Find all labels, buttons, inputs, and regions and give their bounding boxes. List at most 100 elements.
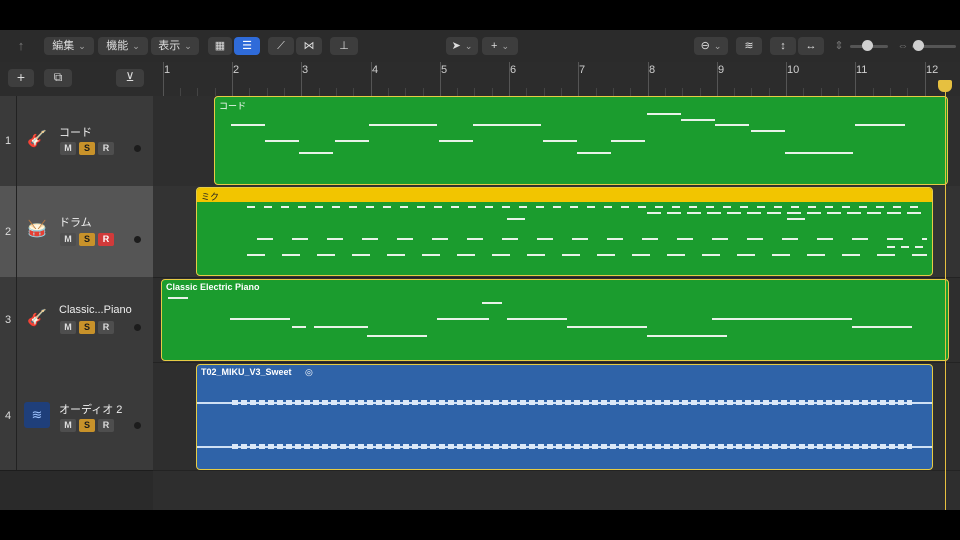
snap-icon[interactable]: ⊥ [330,37,358,55]
track-on-off-icon[interactable] [134,236,141,243]
track-name[interactable]: Classic...Piano [59,304,132,316]
midi-note [265,140,299,142]
stereo-link-icon: ◎ [305,367,313,377]
beat-tick [561,88,562,96]
mute-button[interactable]: M [60,142,76,155]
midi-note [712,318,852,320]
catch-icon[interactable]: ⊖ ⌄ [694,37,728,55]
mute-button[interactable]: M [60,233,76,246]
playhead[interactable] [945,80,946,510]
automation-icon[interactable]: ⟋ [268,37,294,55]
duplicate-track-icon[interactable]: ⧉ [44,69,72,87]
record-enable-button[interactable]: R [98,142,114,155]
track-header[interactable]: 3 🎸 Classic...Piano M S R [0,277,153,363]
track-name[interactable]: ドラム [59,214,92,230]
beat-tick [751,88,752,96]
midi-note [230,318,290,320]
midi-region[interactable]: Classic Electric Piano [161,279,949,361]
bar-number: 5 [441,64,448,76]
audio-region[interactable]: T02_MIKU_V3_Sweet ◎ [196,364,933,470]
beat-tick [838,88,839,96]
midi-note [314,326,368,328]
track-list: 1 🎸 コード M S R 2 🥁 ドラム M S R 3 🎸 Classic.… [0,96,153,510]
beat-tick [284,88,285,96]
chevron-down-icon: ⌄ [132,41,140,51]
letterbox-bottom [0,510,960,540]
horizontal-zoom-knob[interactable] [913,40,924,51]
midi-region[interactable]: コード [214,96,948,185]
bar-number: 12 [926,64,939,76]
midi-note [577,152,611,154]
midi-note [567,326,647,328]
beat-tick [388,88,389,96]
bar-number: 2 [233,64,240,76]
midi-note [507,218,525,220]
track-name[interactable]: コード [59,124,92,140]
beat-tick [526,88,527,96]
solo-button[interactable]: S [79,321,95,334]
solo-button[interactable]: S [79,233,95,246]
beat-tick [197,88,198,96]
tracks-view-icon[interactable]: ☰ [234,37,260,55]
region-name: Classic Electric Piano [166,282,260,292]
track-header[interactable]: 2 🥁 ドラム M S R [0,186,153,278]
edit-menu[interactable]: 編集 ⌄ [44,37,94,55]
record-enable-button[interactable]: R [98,321,114,334]
mute-button[interactable]: M [60,321,76,334]
track-header[interactable]: 1 🎸 コード M S R [0,96,153,187]
midi-note [335,140,369,142]
drummer-region[interactable]: ミク [196,187,933,276]
global-tracks-icon[interactable]: ⊻ [116,69,144,87]
track-number: 2 [0,186,17,277]
midi-note [647,335,727,337]
view-menu-label: 表示 [158,40,181,52]
arrow-up-icon[interactable]: ↑ [10,37,32,55]
functions-menu[interactable]: 機能 ⌄ [98,37,148,55]
beat-tick [492,88,493,96]
bar-number: 6 [510,64,517,76]
horizontal-fit-icon[interactable]: ↔ [798,37,824,55]
record-enable-button[interactable]: R [98,233,114,246]
midi-note [855,124,905,126]
tracks-area[interactable]: コード ミク Classic Electric Piano T02_MIKU_V… [153,96,960,510]
beat-tick [474,88,475,96]
grid-view-icon[interactable]: ▦ [208,37,232,55]
marquee-tool-icon[interactable]: + ⌄ [482,37,518,55]
bar-number: 3 [302,64,309,76]
pointer-tool-icon[interactable]: ➤ ⌄ [446,37,478,55]
vertical-zoom-knob[interactable] [862,40,873,51]
view-menu[interactable]: 表示 ⌄ [151,37,199,55]
playhead-handle[interactable] [938,80,952,92]
waveform-zoom-icon[interactable]: ≋ [736,37,762,55]
track-controls: M S R [60,233,114,246]
track-on-off-icon[interactable] [134,422,141,429]
add-track-icon[interactable]: + [8,69,34,87]
track-header[interactable]: 4 ≋ オーディオ 2 M S R [0,362,153,471]
flex-icon[interactable]: ⋈ [296,37,322,55]
track-on-off-icon[interactable] [134,324,141,331]
beat-tick [630,88,631,96]
track-on-off-icon[interactable] [134,145,141,152]
midi-note [482,302,502,304]
electric-guitar-icon: 🎸 [27,310,47,327]
beat-tick [423,88,424,96]
midi-note [751,130,785,132]
vertical-fit-icon[interactable]: ↕ [770,37,796,55]
track-name[interactable]: オーディオ 2 [59,401,122,417]
window-title-bar [0,0,960,30]
bar-number: 9 [718,64,725,76]
waveform-peaks [232,400,912,405]
mute-button[interactable]: M [60,419,76,432]
beat-tick [353,88,354,96]
guitar-icon: 🎸 [27,131,47,148]
midi-note [787,218,805,220]
timeline-ruler[interactable]: 1 2 3 4 5 6 7 8 9 10 11 12 [153,62,960,97]
beat-tick [457,88,458,96]
kick-notes [247,254,927,256]
beat-tick [613,88,614,96]
record-enable-button[interactable]: R [98,419,114,432]
drum-kit-icon: 🥁 [27,221,47,238]
solo-button[interactable]: S [79,419,95,432]
horizontal-zoom-icon: ⇔ [897,40,909,52]
solo-button[interactable]: S [79,142,95,155]
